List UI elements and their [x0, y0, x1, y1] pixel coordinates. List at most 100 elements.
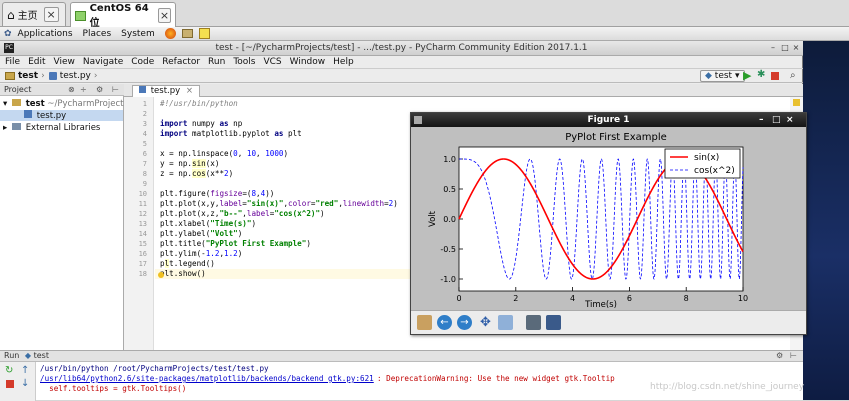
vm-tab-bar: ⌂ 主页 × CentOS 64 位 ×	[0, 0, 849, 29]
vm-tab-label: 主页	[17, 11, 38, 22]
menu-refactor[interactable]: Refactor	[162, 57, 200, 67]
legend-label-sin: sin(x)	[694, 153, 719, 163]
figure-title: Figure 1	[587, 115, 630, 125]
forward-icon[interactable]: →	[457, 315, 472, 330]
hide-icon[interactable]: ⊢	[790, 351, 797, 361]
line-number: 6	[142, 150, 147, 158]
run-panel: Run ◆ test ⚙ ⊢ ↻ ↑ ↓ /usr/bin/python /ro…	[0, 350, 803, 401]
run-config-name[interactable]: test	[34, 351, 49, 360]
search-icon[interactable]: ⌕	[790, 70, 796, 81]
subplots-icon[interactable]	[526, 315, 541, 330]
menu-window[interactable]: Window	[290, 57, 326, 67]
notes-icon[interactable]	[198, 28, 210, 39]
menu-run[interactable]: Run	[208, 57, 225, 67]
tree-item-libraries[interactable]: ▸ External Libraries	[3, 123, 100, 133]
gnome-panel: ✿ Applications Places System	[0, 27, 849, 41]
code-line: plt.plot(x,z,"b--",label="cos(x^2)")	[160, 209, 325, 218]
figure-window[interactable]: Figure 1 – □ × PyPlot First Example 0 2 4 6…	[410, 112, 807, 335]
scroll-down-icon[interactable]: ↓	[21, 378, 29, 389]
console-line-warning: : DeprecationWarning: Use the new widget…	[377, 374, 615, 383]
code-line: x = np.linspace(0, 10, 1000)	[160, 149, 289, 158]
sync-icon[interactable]: ⊗	[68, 84, 75, 96]
console-line-link[interactable]: /usr/lib64/python2.6/site-packages/matpl…	[40, 374, 374, 383]
navigation-bar: test › test.py › ◆ test ▾ ▶ ✱ ⌕	[0, 68, 803, 83]
breadcrumb-project[interactable]: test	[18, 71, 38, 81]
maximize-icon[interactable]: □	[780, 43, 790, 53]
vm-tab-centos[interactable]: CentOS 64 位 ×	[70, 2, 176, 29]
close-icon[interactable]: ×	[186, 86, 193, 96]
watermark: http://blog.csdn.net/shine_journey	[650, 382, 805, 392]
chevron-right-icon: ›	[93, 70, 98, 81]
stop-icon[interactable]	[6, 380, 14, 388]
line-number: 14	[138, 230, 147, 238]
applications-menu[interactable]: Applications	[18, 29, 73, 39]
minimize-icon[interactable]: –	[768, 43, 778, 53]
chart-svg: PyPlot First Example 0 2 4 6 8 10 1.0 0.5 0.0 -0.…	[428, 132, 748, 310]
inspection-ok-icon[interactable]	[793, 99, 800, 106]
line-number: 16	[138, 250, 147, 258]
back-icon[interactable]: ←	[437, 315, 452, 330]
tree-item-root[interactable]: ▾ test ~/PycharmProjects/t	[3, 99, 134, 109]
project-panel-header: Project ⊗ ÷ ⚙ ⊢	[0, 84, 124, 96]
project-panel-title[interactable]: Project	[4, 85, 31, 94]
run-config-select[interactable]: ◆ test ▾	[700, 70, 745, 82]
menu-navigate[interactable]: Navigate	[83, 57, 123, 67]
menu-edit[interactable]: Edit	[28, 57, 45, 67]
desktop-background	[803, 41, 849, 400]
mail-icon[interactable]	[181, 29, 193, 38]
pycharm-icon: PC	[4, 43, 14, 53]
menu-help[interactable]: Help	[333, 57, 354, 67]
menu-file[interactable]: File	[5, 57, 20, 67]
zoom-icon[interactable]	[498, 315, 513, 330]
close-icon[interactable]: ×	[786, 113, 794, 127]
menu-bar: File Edit View Navigate Code Refactor Ru…	[0, 56, 803, 68]
menu-code[interactable]: Code	[131, 57, 154, 67]
gear-icon[interactable]: ⚙	[776, 351, 783, 361]
vm-tab-label: CentOS 64 位	[89, 2, 149, 29]
firefox-icon[interactable]	[164, 28, 176, 39]
close-icon[interactable]: ×	[791, 43, 801, 53]
chevron-down-icon: ▾	[734, 71, 740, 81]
tree-item-file[interactable]: test.py	[0, 110, 123, 121]
gear-icon[interactable]: ⚙	[96, 84, 103, 96]
rerun-icon[interactable]: ↻	[5, 365, 13, 376]
y-axis-label: Volt	[428, 210, 438, 227]
legend-label-cos: cos(x^2)	[694, 166, 735, 176]
menu-vcs[interactable]: VCS	[263, 57, 281, 67]
figure-app-icon	[414, 116, 422, 124]
editor-tab-test-py[interactable]: test.py ×	[132, 85, 200, 97]
menu-tools[interactable]: Tools	[233, 57, 255, 67]
vm-tab-home[interactable]: ⌂ 主页 ×	[2, 2, 66, 26]
save-icon[interactable]	[546, 315, 561, 330]
editor-tab-label: test.py	[150, 86, 181, 96]
folder-icon	[11, 99, 21, 106]
bulb-icon[interactable]	[158, 272, 164, 278]
line-number: 12	[138, 210, 147, 218]
run-panel-header: Run ◆ test ⚙ ⊢	[0, 351, 803, 362]
scroll-up-icon[interactable]: ↑	[21, 365, 29, 376]
tree-file-label: test.py	[36, 111, 67, 121]
close-icon[interactable]: ×	[157, 8, 172, 23]
line-number-gutter: 1 2 3 4 5 6 7 8 9 10 11 12 13 14 15 16 1…	[124, 97, 154, 350]
run-icon[interactable]: ▶	[743, 69, 751, 82]
y-tick-label: 0.0	[443, 215, 456, 224]
line-number: 5	[142, 140, 147, 148]
collapse-icon[interactable]: ÷	[80, 84, 87, 96]
home-icon[interactable]	[417, 315, 432, 330]
figure-canvas[interactable]: PyPlot First Example 0 2 4 6 8 10 1.0 0.5 0.0 -0.…	[411, 127, 806, 310]
window-titlebar: PC test - [~/PycharmProjects/test] - ...…	[0, 41, 803, 56]
debug-icon[interactable]: ✱	[757, 69, 765, 80]
menu-view[interactable]: View	[54, 57, 75, 67]
pan-icon[interactable]: ✥	[478, 315, 493, 330]
minimize-icon[interactable]: –	[759, 113, 764, 127]
vm-icon	[75, 10, 86, 21]
system-menu[interactable]: System	[121, 29, 155, 39]
breadcrumb-file[interactable]: test.py	[60, 71, 91, 81]
close-icon[interactable]: ×	[43, 7, 59, 22]
python-file-icon	[24, 110, 32, 118]
hide-icon[interactable]: ⊢	[112, 84, 119, 96]
maximize-icon[interactable]: □	[772, 113, 781, 127]
places-menu[interactable]: Places	[83, 29, 112, 39]
stop-icon[interactable]	[771, 72, 779, 80]
python-icon: ◆	[24, 351, 32, 360]
